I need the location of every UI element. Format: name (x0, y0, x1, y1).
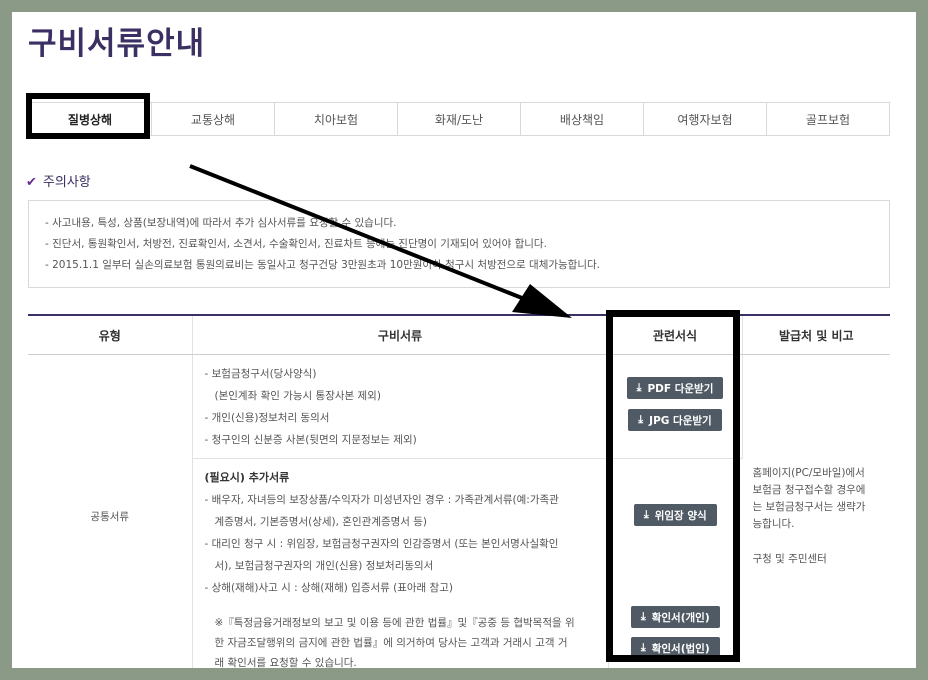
header-type: 유형 (28, 315, 193, 355)
doc-line: 계증명서, 기본증명서(상세), 혼인관계증명서 등) (214, 516, 428, 528)
table-row: 공통서류 - 보험금청구서(당사양식) (본인계좌 확인 가능시 통장사본 제외… (28, 354, 890, 668)
confirm-corp-label: 확인서(법인) (651, 642, 710, 655)
table-header-row: 유형 구비서류 관련서식 발급처 및 비고 (28, 315, 890, 355)
check-icon: ✔ (26, 175, 37, 190)
jpg-download-button[interactable]: ⤓ JPG 다운받기 (628, 409, 722, 431)
tab-travel-insurance[interactable]: 여행자보험 (644, 103, 767, 135)
download-icon: ⤓ (643, 508, 649, 521)
page-title: 구비서류안내 (28, 26, 206, 62)
doc-line: - 청구인의 신분증 사본(뒷면의 지문정보는 제외) (204, 434, 417, 446)
arrow-head (512, 284, 572, 318)
download-icon: ⤓ (636, 381, 642, 394)
download-icon: ⤓ (640, 610, 646, 623)
notice-item: - 2015.1.1 일부터 실손의료보험 통원의료비는 동일사고 청구건당 3… (45, 259, 600, 271)
tab-liability[interactable]: 배상책임 (521, 103, 644, 135)
header-issuer-notes: 발급처 및 비고 (742, 315, 890, 355)
proxy-form-button[interactable]: ⤓ 위임장 양식 (633, 504, 717, 526)
header-related-forms: 관련서식 (608, 315, 743, 355)
note-line: 한 자금조달행위의 금지에 관한 법률』에 의거하여 당사는 고객과 거래시 고… (214, 637, 568, 649)
issuer-note-line: 홈페이지(PC/모바일)에서 (752, 466, 865, 479)
pdf-download-button[interactable]: ⤓ PDF 다운받기 (626, 377, 724, 399)
notice-box: - 사고내용, 특성, 상품(보장내역)에 따라서 추가 심사서류를 요청할 수… (28, 200, 890, 288)
issuer-note-line: 는 보험금청구서는 생략가 (752, 500, 866, 513)
basic-docs-cell: - 보험금청구서(당사양식) (본인계좌 확인 가능시 통장사본 제외) - 개… (192, 354, 609, 459)
issuer-note-extra: 구청 및 주민센터 (752, 552, 827, 565)
type-cell: 공통서류 (28, 354, 193, 668)
issuer-notes-cell: 홈페이지(PC/모바일)에서 보험금 청구접수할 경우에 는 보험금청구서는 생… (742, 354, 890, 668)
notice-heading: ✔ 주의사항 (26, 171, 91, 190)
content-frame: 구비서류안내 질병상해 교통상해 치아보험 화재/도난 배상책임 여행자보험 골… (12, 12, 916, 668)
doc-line: 서), 보험금청구권자의 개인(신용) 정보처리동의서 (214, 560, 434, 572)
pdf-download-label: PDF 다운받기 (647, 382, 714, 395)
doc-line: (본인계좌 확인 가능시 통장사본 제외) (214, 390, 381, 402)
additional-forms-cell: ⤓ 위임장 양식 ⤓ 확인서(개인) ⤓ 확인서(법인) (608, 458, 742, 668)
issuer-note-line: 보험금 청구접수할 경우에 (752, 483, 866, 496)
basic-forms-cell: ⤓ PDF 다운받기 ⤓ JPG 다운받기 (608, 354, 743, 459)
issuer-note-line: 능합니다. (752, 517, 795, 530)
doc-line: - 배우자, 자녀등의 보장상품/수익자가 미성년자인 경우 : 가족관계서류(… (204, 494, 559, 506)
documents-table: 유형 구비서류 관련서식 발급처 및 비고 공통서류 - 보험금청구서(당사양식… (28, 314, 890, 668)
doc-line: - 보험금청구서(당사양식) (204, 368, 317, 380)
notice-item: - 진단서, 통원확인서, 처방전, 진료확인서, 소견서, 수술확인서, 진료… (45, 238, 547, 250)
confirm-personal-button[interactable]: ⤓ 확인서(개인) (630, 606, 720, 628)
tab-fire-theft[interactable]: 화재/도난 (398, 103, 521, 135)
notice-item: - 사고내용, 특성, 상품(보장내역)에 따라서 추가 심사서류를 요청할 수… (45, 217, 397, 229)
doc-line: - 대리인 청구 시 : 위임장, 보험금청구권자의 인감증명서 (또는 본인서… (204, 538, 559, 550)
download-icon: ⤓ (638, 413, 644, 426)
proxy-form-label: 위임장 양식 (654, 509, 707, 522)
tab-golf-insurance[interactable]: 골프보험 (767, 103, 889, 135)
jpg-download-label: JPG 다운받기 (649, 414, 712, 427)
confirm-personal-label: 확인서(개인) (651, 611, 710, 624)
tab-dental-insurance[interactable]: 치아보험 (275, 103, 398, 135)
tab-traffic-injury[interactable]: 교통상해 (152, 103, 275, 135)
additional-docs-title: (필요시) 추가서류 (204, 471, 290, 484)
notice-heading-label: 주의사항 (42, 175, 91, 190)
note-line: ※『특정금융거래정보의 보고 및 이용 등에 관한 법률』및『공중 등 협박목적… (214, 617, 575, 629)
additional-docs-cell: (필요시) 추가서류 - 배우자, 자녀등의 보장상품/수익자가 미성년자인 경… (192, 458, 609, 668)
doc-line: - 상해(재해)사고 시 : 상해(재해) 입증서류 (표아래 참고) (204, 582, 453, 594)
category-tabs: 질병상해 교통상해 치아보험 화재/도난 배상책임 여행자보험 골프보험 (28, 102, 890, 136)
doc-line: - 개인(신용)정보처리 동의서 (204, 412, 330, 424)
note-line: 래 확인서를 요청할 수 있습니다. (214, 657, 357, 668)
confirm-corp-button[interactable]: ⤓ 확인서(법인) (630, 637, 720, 659)
download-icon: ⤓ (640, 641, 646, 654)
header-documents: 구비서류 (192, 315, 609, 355)
tab-highlight-box (26, 93, 150, 139)
